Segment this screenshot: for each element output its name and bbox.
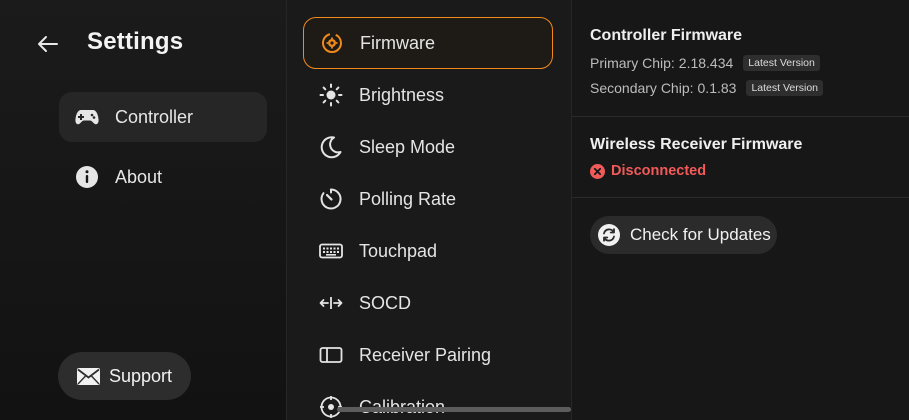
menu-scrollbar-thumb[interactable] [337, 407, 571, 412]
divider [572, 197, 909, 198]
refresh-icon [598, 224, 620, 246]
menu-item-socd[interactable]: SOCD [303, 277, 553, 329]
gamepad-icon [74, 104, 100, 130]
menu-item-label: Sleep Mode [359, 136, 456, 157]
divider [572, 116, 909, 117]
arrows-icon [318, 290, 344, 316]
secondary-chip-version: 0.1.83 [697, 80, 737, 96]
back-button[interactable] [33, 29, 63, 59]
primary-chip-badge: Latest Version [743, 55, 820, 71]
primary-chip-row: Primary Chip: 2.18.434 Latest Version [590, 55, 823, 71]
menu-item-label: Receiver Pairing [359, 344, 492, 365]
receiver-status: Disconnected [590, 163, 802, 179]
menu-item-receiver-pairing[interactable]: Receiver Pairing [303, 329, 553, 381]
settings-menu: Firmware Brightness Sleep Mode Polling R… [287, 0, 572, 420]
receiver-firmware-title: Wireless Receiver Firmware [590, 136, 803, 153]
receiver-status-text: Disconnected [611, 163, 707, 179]
menu-item-label: SOCD [359, 292, 412, 313]
mail-icon [77, 367, 100, 385]
check-for-updates-button[interactable]: Check for Updates [590, 216, 777, 254]
menu-scrollbar[interactable] [337, 407, 571, 412]
firmware-icon [319, 30, 345, 56]
menu-item-brightness[interactable]: Brightness [303, 69, 553, 121]
receiver-firmware-section: Wireless Receiver Firmware Disconnected [590, 136, 802, 179]
menu-item-label: Firmware [360, 32, 435, 53]
info-icon [74, 164, 100, 190]
sidebar-item-about[interactable]: About [59, 152, 267, 202]
page-title: Settings [87, 28, 184, 55]
back-arrow-icon [38, 36, 58, 52]
menu-item-label: Touchpad [359, 240, 438, 261]
menu-item-label: Brightness [359, 84, 445, 105]
timer-icon [318, 186, 344, 212]
menu-item-label: Polling Rate [359, 188, 457, 209]
settings-sidebar: Settings Controller About Support [0, 0, 287, 420]
brightness-icon [318, 82, 344, 108]
secondary-chip-label: Secondary Chip: [590, 80, 694, 96]
support-label: Support [109, 365, 173, 386]
keyboard-icon [318, 238, 344, 264]
menu-item-touchpad[interactable]: Touchpad [303, 225, 553, 277]
primary-chip-label: Primary Chip: [590, 55, 675, 71]
menu-item-sleep-mode[interactable]: Sleep Mode [303, 121, 553, 173]
error-icon [590, 163, 605, 179]
check-for-updates-label: Check for Updates [630, 225, 771, 244]
sidebar-item-label: Controller [115, 106, 194, 127]
sidebar-item-controller[interactable]: Controller [59, 92, 267, 142]
secondary-chip-row: Secondary Chip: 0.1.83 Latest Version [590, 80, 823, 96]
moon-icon [318, 134, 344, 160]
controller-firmware-title: Controller Firmware [590, 27, 743, 44]
menu-item-polling-rate[interactable]: Polling Rate [303, 173, 553, 225]
sidebar-item-label: About [115, 166, 163, 187]
menu-item-calibration[interactable]: Calibration [303, 381, 553, 420]
primary-chip-version: 2.18.434 [678, 55, 734, 71]
secondary-chip-badge: Latest Version [746, 80, 823, 96]
receiver-icon [318, 342, 344, 368]
support-button[interactable]: Support [58, 352, 191, 400]
controller-firmware-section: Controller Firmware Primary Chip: 2.18.4… [590, 27, 823, 96]
firmware-panel: Controller Firmware Primary Chip: 2.18.4… [572, 0, 909, 420]
menu-item-firmware[interactable]: Firmware [303, 17, 553, 69]
